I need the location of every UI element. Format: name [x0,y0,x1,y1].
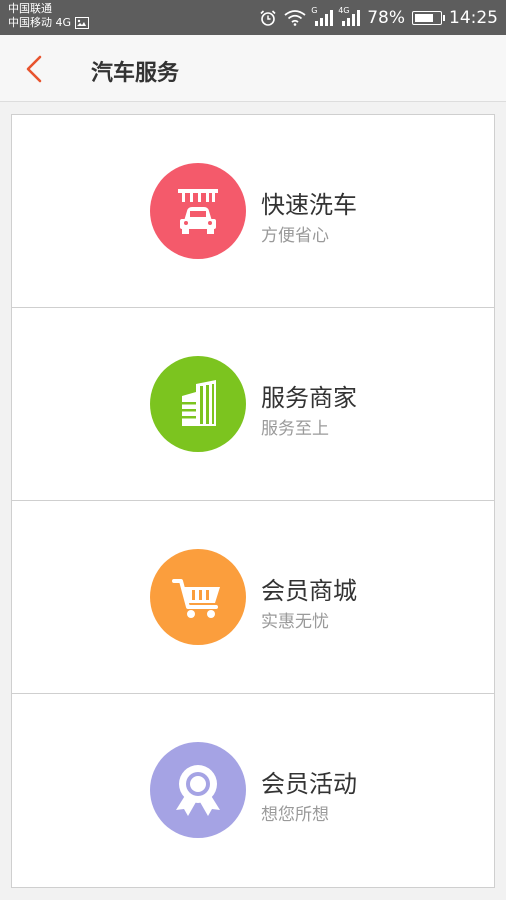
page-title: 汽车服务 [91,61,180,86]
signal-g-icon: G [311,6,334,26]
service-subtitle: 实惠无忧 [261,612,329,632]
alarm-icon [259,9,277,27]
battery-percent: 78% [367,7,405,28]
status-icons: G 4G 78% 14:25 [259,0,498,35]
clock: 14:25 [449,7,498,28]
chevron-left-icon [26,55,42,83]
battery-icon [412,10,445,25]
signal-4g-icon: 4G [338,6,361,26]
gallery-icon [75,17,90,29]
service-subtitle: 方便省心 [261,226,329,246]
shopping-cart-icon [150,549,246,645]
service-item-car-wash[interactable]: 快速洗车 方便省心 [12,115,494,308]
back-button[interactable] [14,49,54,89]
service-item-member-mall[interactable]: 会员商城 实惠无忧 [12,501,494,694]
battery-fill [415,13,433,22]
award-ribbon-icon [150,742,246,838]
status-bar: 中国联通 中国移动 4G G 4G 78% 14:25 [0,0,506,35]
carrier-1: 中国联通 [8,2,52,15]
wifi-icon [284,9,306,26]
service-title: 服务商家 [261,384,357,412]
car-wash-icon [150,163,246,259]
service-title: 会员活动 [261,770,357,798]
service-item-member-events[interactable]: 会员活动 想您所想 [12,694,494,888]
carrier-info: 中国联通 中国移动 4G [8,2,90,30]
service-title: 快速洗车 [261,191,357,219]
building-icon [150,356,246,452]
carrier-2: 中国移动 4G [8,16,72,29]
service-title: 会员商城 [261,577,357,605]
service-list: 快速洗车 方便省心 服务商家 服务至上 会员商城 实惠无忧 会员活动 想您所想 [11,114,495,888]
app-header: 汽车服务 [0,35,506,102]
service-subtitle: 想您所想 [261,805,329,825]
service-subtitle: 服务至上 [261,419,329,439]
service-item-merchants[interactable]: 服务商家 服务至上 [12,308,494,501]
